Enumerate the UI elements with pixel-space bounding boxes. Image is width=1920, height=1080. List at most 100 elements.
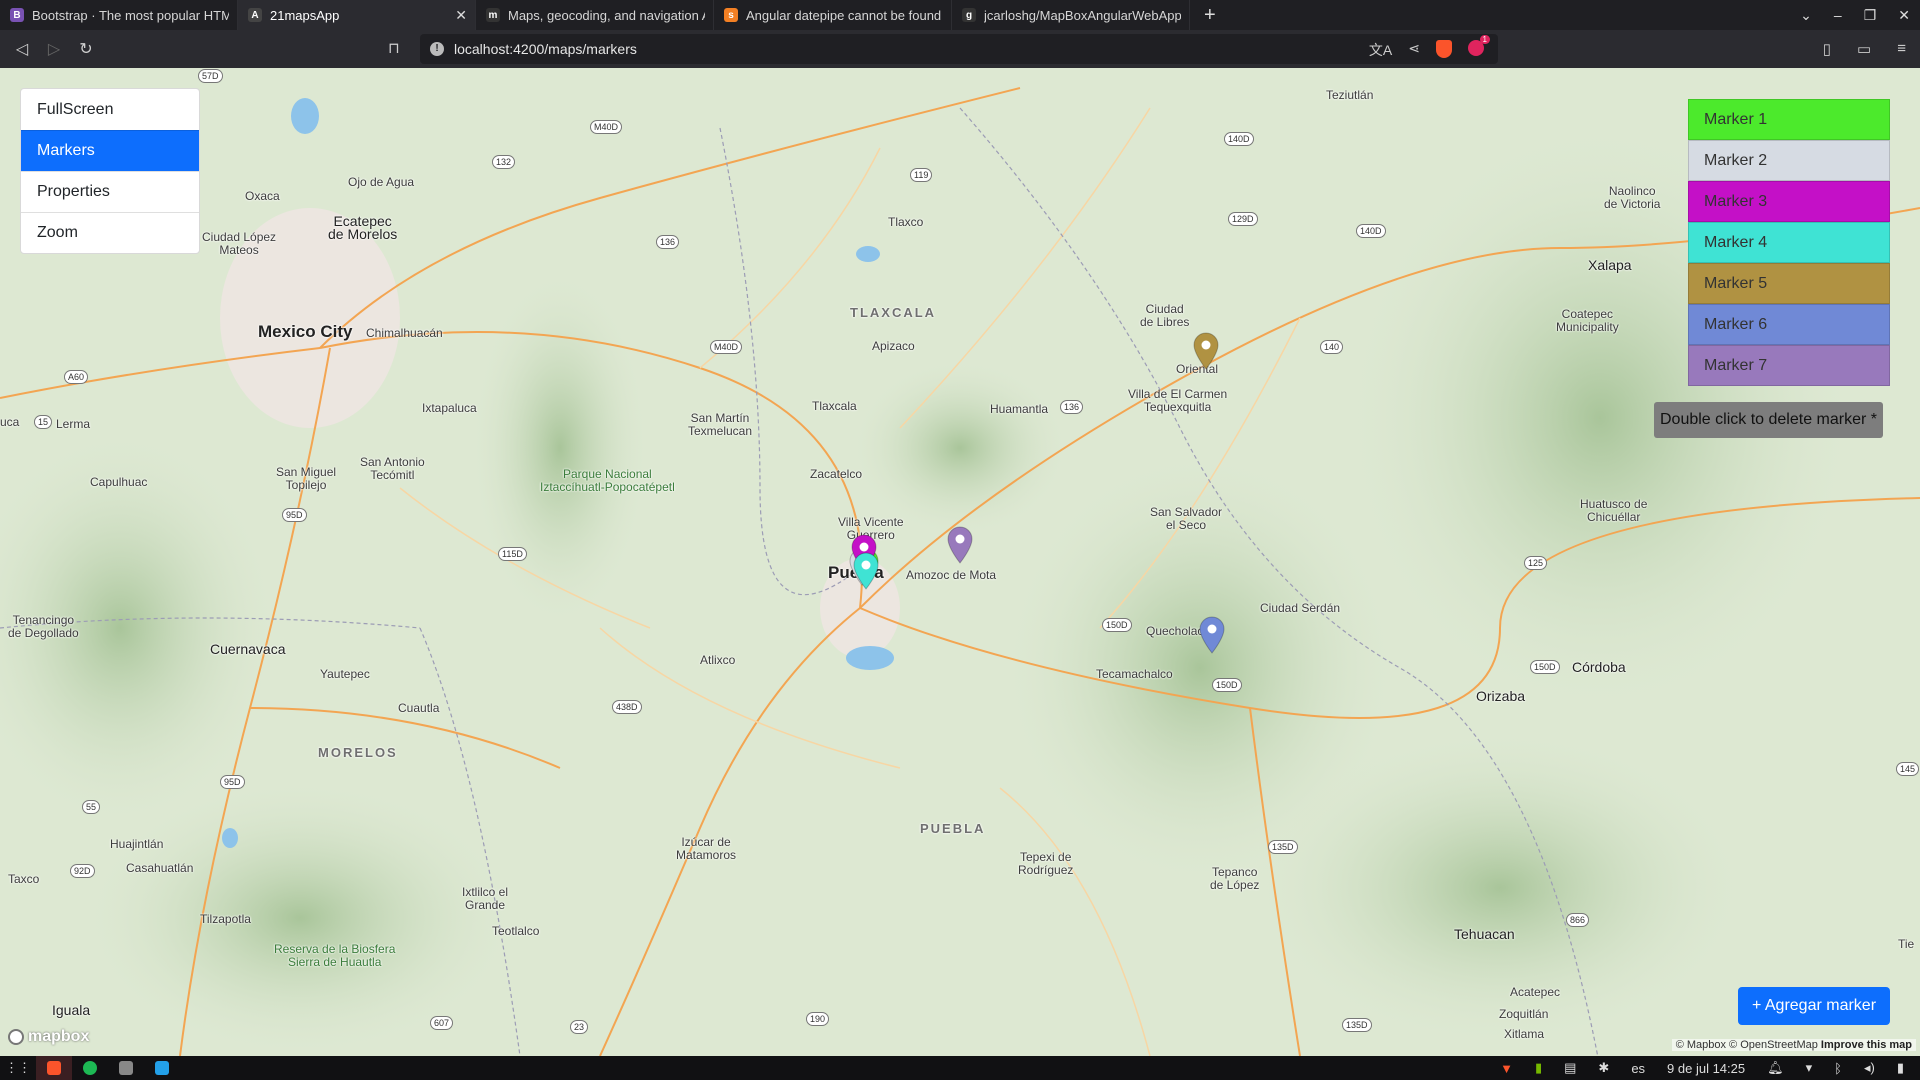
map-place-label: Tilzapotla	[200, 912, 251, 926]
map-marker-pin[interactable]	[946, 526, 974, 564]
spotify-app-icon[interactable]	[72, 1056, 108, 1080]
clipboard-tray-icon[interactable]: ▤	[1564, 1060, 1576, 1076]
bluetooth-icon[interactable]: ᛒ	[1834, 1061, 1842, 1076]
close-tab-icon[interactable]: ✕	[455, 7, 467, 24]
menu-item-zoom[interactable]: Zoom	[21, 212, 199, 253]
browser-tab[interactable]: A 21mapsApp ✕	[238, 0, 476, 30]
wifi-icon[interactable]: ▾	[1806, 1060, 1813, 1076]
menu-item-fullscreen[interactable]: FullScreen	[21, 89, 199, 130]
map-place-label: Orizaba	[1476, 688, 1526, 704]
map-place-label: MORELOS	[318, 745, 398, 760]
map-place-label: Huamantla	[990, 402, 1049, 416]
map-place-label: Ixtapaluca	[422, 401, 477, 415]
battery-icon[interactable]: ▮	[1897, 1060, 1904, 1076]
road-shield: 607	[430, 1016, 454, 1030]
marker-list-item[interactable]: Marker 2	[1688, 140, 1890, 181]
vscode-app-icon[interactable]	[144, 1056, 180, 1080]
map-place-label: Casahuatlán	[126, 861, 194, 875]
brave-tray-icon[interactable]: ▼	[1500, 1061, 1513, 1076]
map-place-label: Córdoba	[1572, 659, 1626, 675]
terrain-mountain	[1250, 728, 1750, 1048]
marker-list-item[interactable]: Marker 3	[1688, 181, 1890, 222]
map-place-label: Villa de El Carmen Tequexquitla	[1128, 387, 1228, 414]
brave-shields-icon[interactable]	[1436, 40, 1452, 58]
nav-menu: FullScreen Markers Properties Zoom	[20, 88, 200, 254]
site-info-icon[interactable]: !	[430, 42, 444, 56]
road-shield: 15	[34, 415, 53, 429]
road-shield: A60	[64, 370, 89, 384]
sidebar-icon[interactable]: ▯	[1823, 40, 1831, 58]
map-place-label: uca	[0, 415, 20, 429]
share-icon[interactable]: ⋖	[1408, 40, 1420, 60]
brave-app-icon[interactable]	[36, 1056, 72, 1080]
map-place-label: Apizaco	[872, 339, 915, 353]
bookmark-icon[interactable]: ⊓	[388, 39, 400, 57]
map-place-label: Acatepec	[1510, 985, 1561, 999]
address-bar[interactable]: ! localhost:4200/maps/markers 文A ⋖ 1	[420, 34, 1498, 64]
map-place-label: Zoquitlán	[1499, 1007, 1549, 1021]
marker-list-item[interactable]: Marker 7	[1688, 345, 1890, 386]
map-place-label: Tehuacan	[1454, 926, 1515, 942]
tab-search-icon[interactable]: ⌄	[1800, 7, 1812, 24]
map-place-label: Coatepec Municipality	[1556, 307, 1619, 334]
map-place-label: Ciudad de Libres	[1140, 302, 1190, 329]
mapbox-logo[interactable]: mapbox	[8, 1028, 89, 1046]
tab-title: 21mapsApp	[270, 7, 340, 23]
maximize-icon[interactable]: ❐	[1864, 7, 1877, 24]
app-grid-icon[interactable]: ⋮⋮	[0, 1056, 36, 1080]
map-place-label: Tlaxco	[888, 215, 924, 229]
map-marker-pin[interactable]	[1192, 332, 1220, 370]
road-shield: 132	[492, 155, 516, 169]
road-shield: 150D	[1530, 660, 1560, 674]
wallet-icon[interactable]: ▭	[1857, 40, 1871, 58]
translate-icon[interactable]: 文A	[1369, 40, 1392, 60]
accessibility-icon[interactable]: ✱	[1598, 1060, 1609, 1076]
forward-icon[interactable]: ▷	[38, 39, 70, 59]
screenshot-app-icon[interactable]	[108, 1056, 144, 1080]
back-icon[interactable]: ◁	[6, 39, 38, 59]
clock[interactable]: 9 de jul 14:25	[1667, 1061, 1745, 1076]
attribution-text[interactable]: © Mapbox © OpenStreetMap	[1676, 1039, 1818, 1051]
tab-title: Bootstrap · The most popular HTML,	[32, 7, 229, 23]
map-marker-pin[interactable]	[1198, 616, 1226, 654]
notifications-icon[interactable]: 🔔︎	[1767, 1060, 1784, 1076]
marker-list-item[interactable]: Marker 1	[1688, 99, 1890, 140]
marker-list-item[interactable]: Marker 5	[1688, 263, 1890, 304]
map-place-label: Tlaxcala	[812, 399, 857, 413]
map-place-label: Lerma	[56, 417, 91, 431]
add-marker-button[interactable]: + Agregar marker	[1738, 987, 1890, 1025]
delete-hint: Double click to delete marker *	[1654, 402, 1883, 438]
minimize-icon[interactable]: –	[1834, 7, 1842, 23]
improve-map-link[interactable]: Improve this map	[1821, 1039, 1912, 1051]
map-place-label: Huajintlán	[110, 837, 164, 851]
volume-icon[interactable]: ◂)	[1864, 1060, 1875, 1076]
browser-tab[interactable]: s Angular datepipe cannot be found -	[714, 0, 952, 30]
menu-icon[interactable]: ≡	[1897, 40, 1906, 58]
map-marker-pin[interactable]	[852, 552, 880, 590]
browser-tab[interactable]: g jcarloshg/MapBoxAngularWebApp	[952, 0, 1190, 30]
brave-rewards-icon[interactable]: 1	[1468, 35, 1490, 56]
keyboard-language[interactable]: es	[1631, 1061, 1645, 1076]
browser-tab[interactable]: m Maps, geocoding, and navigation APIs	[476, 0, 714, 30]
map-place-label: Ciudad Serdán	[1260, 601, 1341, 615]
tab-favicon-icon: m	[486, 8, 500, 22]
map-place-label: Zacatelco	[810, 467, 863, 481]
road-shield: 136	[656, 235, 680, 249]
address-bar-actions: 文A ⋖ 1	[1369, 35, 1490, 60]
map-place-label: Capulhuac	[90, 475, 148, 489]
map-place-label: Teziutlán	[1326, 88, 1374, 102]
new-tab-icon[interactable]: +	[1190, 4, 1230, 27]
road-shield: 140	[1320, 340, 1344, 354]
close-window-icon[interactable]: ✕	[1898, 7, 1910, 24]
map-place-label: Xitlama	[1504, 1027, 1545, 1041]
reload-icon[interactable]: ↻	[70, 39, 102, 59]
menu-item-properties[interactable]: Properties	[21, 171, 199, 212]
marker-list-item[interactable]: Marker 4	[1688, 222, 1890, 263]
menu-item-markers[interactable]: Markers	[21, 130, 199, 171]
tab-favicon-icon: B	[10, 8, 24, 22]
window-controls: ⌄ – ❐ ✕	[1800, 0, 1910, 30]
nvidia-tray-icon[interactable]: ▮	[1535, 1060, 1542, 1076]
map-place-label: Yautepec	[320, 667, 370, 681]
marker-list-item[interactable]: Marker 6	[1688, 304, 1890, 345]
browser-tab[interactable]: B Bootstrap · The most popular HTML,	[0, 0, 238, 30]
